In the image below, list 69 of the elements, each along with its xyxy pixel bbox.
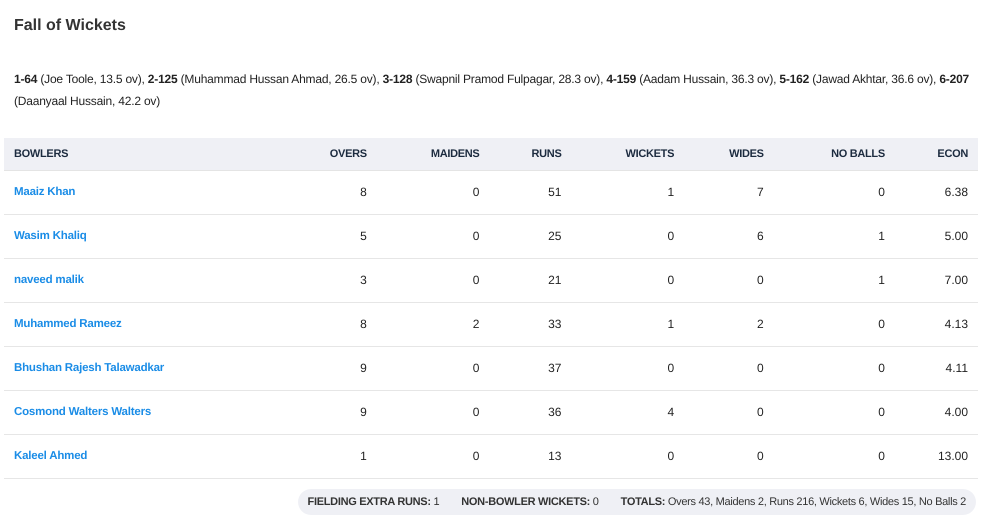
table-cell: 0 <box>376 258 490 302</box>
table-cell: 37 <box>489 346 572 390</box>
column-header: OVERS <box>283 138 377 170</box>
table-cell: 0 <box>684 346 774 390</box>
table-cell: 0 <box>571 346 684 390</box>
table-cell: 13 <box>489 434 572 478</box>
column-header: ECON <box>894 138 978 170</box>
table-cell: 2 <box>376 302 490 346</box>
table-cell: 0 <box>376 434 490 478</box>
table-cell: 0 <box>774 170 895 214</box>
table-cell: 21 <box>489 258 572 302</box>
table-cell: 3 <box>283 258 377 302</box>
table-cell: 0 <box>774 302 895 346</box>
section-title: Fall of Wickets <box>14 16 127 36</box>
table-cell: 7 <box>684 170 774 214</box>
column-header: MAIDENS <box>376 138 490 170</box>
table-cell: 0 <box>684 434 774 478</box>
bowler-link[interactable]: Wasim Khaliq <box>14 230 87 242</box>
bowler-link[interactable]: Cosmond Walters Walters <box>14 406 152 418</box>
table-cell: 0 <box>774 390 895 434</box>
table-cell: 5 <box>283 214 377 258</box>
table-cell: 8 <box>283 170 377 214</box>
table-cell: 0 <box>571 434 684 478</box>
bowler-link[interactable]: Kaleel Ahmed <box>14 450 88 462</box>
table-cell: 4.11 <box>894 346 978 390</box>
column-header: WIDES <box>684 138 774 170</box>
column-header: NO BALLS <box>774 138 895 170</box>
table-cell: 5.00 <box>894 214 978 258</box>
column-header: BOWLERS <box>4 138 284 170</box>
table-cell: 1 <box>774 214 895 258</box>
summary-text: NON-BOWLER WICKETS: 0 <box>461 494 599 510</box>
table-cell: 25 <box>489 214 572 258</box>
table-cell: 8 <box>283 302 377 346</box>
table-cell: 4.13 <box>894 302 978 346</box>
table-cell: 6 <box>684 214 774 258</box>
summary-text: TOTALS: Overs 43, Maidens 2, Runs 216, Wickets 6, Wides 15, No Balls 2 <box>620 494 966 510</box>
table-cell: 2 <box>684 302 774 346</box>
table-cell: 4 <box>571 390 684 434</box>
bowler-link[interactable]: naveed malik <box>14 274 84 286</box>
bowler-link[interactable]: Bhushan Rajesh Talawadkar <box>14 362 164 374</box>
table-cell: 0 <box>774 434 895 478</box>
table-cell: 0 <box>571 214 684 258</box>
table-cell: 0 <box>774 346 895 390</box>
table-cell: 1 <box>571 302 684 346</box>
table-cell: 0 <box>376 214 490 258</box>
summary-text: FIELDING EXTRA RUNS: 1 <box>308 494 440 510</box>
table-cell: 13.00 <box>894 434 978 478</box>
fall-of-wickets-text: 1-64 (Joe Toole, 13.5 ov), 2-125 (Muhammad Hussan Ahmad, 26.5 ov), 3-128 (Swapnil Pramod Fulpagar, 28.3 ov), 4-159 (Aadam Hussain, 36.3 ov), 5-162 (Jawad Akhtar, 36.6 ov), 6-207 (Daanyaal Hussain, 42.2 ov) <box>14 71 970 110</box>
column-header: RUNS <box>489 138 572 170</box>
table-cell: 1 <box>571 170 684 214</box>
table-cell: 4.00 <box>894 390 978 434</box>
table-cell: 1 <box>774 258 895 302</box>
table-cell: 0 <box>376 390 490 434</box>
table-cell: 0 <box>376 170 490 214</box>
bowler-link[interactable]: Muhammed Rameez <box>14 318 122 330</box>
table-cell: 33 <box>489 302 572 346</box>
table-cell: 51 <box>489 170 572 214</box>
table-cell: 0 <box>571 258 684 302</box>
table-cell: 9 <box>283 390 377 434</box>
table-cell: 9 <box>283 346 377 390</box>
column-header: WICKETS <box>571 138 684 170</box>
table-cell: 0 <box>376 346 490 390</box>
table-cell: 0 <box>684 390 774 434</box>
table-cell: 1 <box>283 434 377 478</box>
bowler-link[interactable]: Maaiz Khan <box>14 186 76 198</box>
table-cell: 0 <box>684 258 774 302</box>
table-cell: 6.38 <box>894 170 978 214</box>
table-cell: 36 <box>489 390 572 434</box>
table-cell: 7.00 <box>894 258 978 302</box>
